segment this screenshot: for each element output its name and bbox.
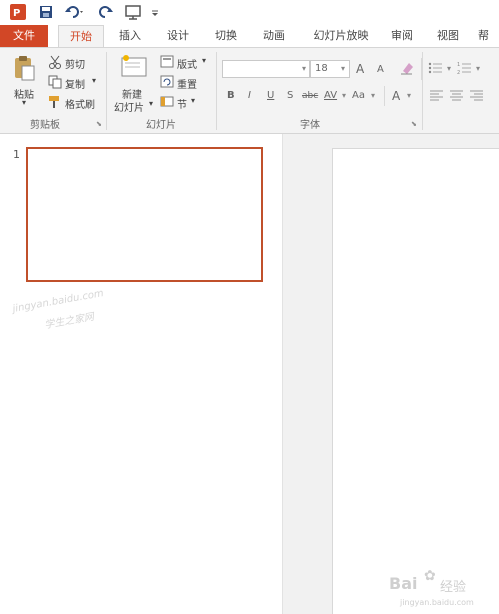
- bullets-icon[interactable]: [428, 61, 446, 75]
- tab-slideshow[interactable]: 幻灯片放映: [306, 25, 376, 47]
- bold-button[interactable]: B: [227, 90, 235, 101]
- redo-icon[interactable]: [98, 4, 114, 20]
- ribbon-home: 粘贴 ▾ 剪切 复制 ▾ 格式刷 剪贴板 ⬊ 新建 幻灯片 ▾ 版式 ▾ 重置 …: [0, 47, 499, 134]
- paste-icon[interactable]: [12, 54, 36, 82]
- align-center-icon[interactable]: [450, 90, 464, 102]
- tab-home[interactable]: 开始: [58, 25, 104, 47]
- tab-animations[interactable]: 动画: [254, 25, 294, 47]
- slide-canvas[interactable]: [332, 148, 499, 614]
- new-slide-icon[interactable]: [120, 54, 148, 80]
- separator: [106, 52, 107, 130]
- underline-button[interactable]: U: [267, 90, 274, 101]
- change-case-button[interactable]: Aa: [352, 90, 365, 101]
- tab-design[interactable]: 设计: [158, 25, 198, 47]
- layout-button[interactable]: 版式: [177, 56, 197, 71]
- ribbon-tabs: 文件 开始 插入 设计 切换 动画 幻灯片放映 审阅 视图 帮: [0, 25, 499, 47]
- change-case-dropdown-icon[interactable]: ▾: [371, 91, 375, 100]
- slide-thumbnail-1[interactable]: [26, 147, 263, 282]
- save-icon[interactable]: [38, 4, 54, 20]
- character-spacing-dropdown-icon[interactable]: ▾: [342, 91, 346, 100]
- clipboard-launcher-icon[interactable]: ⬊: [96, 120, 102, 128]
- reset-icon: [160, 75, 174, 88]
- copy-icon: [48, 75, 62, 89]
- slide-number: 1: [13, 148, 20, 161]
- font-size-dropdown-icon[interactable]: ▾: [341, 64, 345, 73]
- paste-dropdown-icon[interactable]: ▾: [22, 98, 26, 107]
- powerpoint-logo-icon: P: [10, 4, 26, 20]
- baidu-paw-icon: ✿: [424, 568, 436, 584]
- font-launcher-icon[interactable]: ⬊: [411, 120, 417, 128]
- watermark-url: jingyan.baidu.com: [400, 598, 474, 607]
- font-group-label: 字体: [300, 120, 320, 131]
- svg-text:2: 2: [457, 70, 460, 75]
- format-painter-icon: [48, 95, 62, 109]
- section-dropdown-icon[interactable]: ▾: [191, 96, 195, 105]
- separator: [216, 52, 217, 130]
- tab-view[interactable]: 视图: [428, 25, 468, 47]
- svg-text:P: P: [13, 8, 20, 19]
- baidu-logo-watermark: Bai: [389, 574, 418, 593]
- customize-qat-icon[interactable]: [150, 4, 160, 20]
- clear-formatting-icon[interactable]: [400, 61, 414, 75]
- font-name-combobox[interactable]: [222, 60, 310, 78]
- section-button[interactable]: 节: [177, 96, 187, 111]
- copy-dropdown-icon[interactable]: ▾: [92, 76, 96, 85]
- cut-button[interactable]: 剪切: [65, 56, 85, 71]
- strikethrough-button[interactable]: abc: [302, 91, 318, 101]
- font-name-dropdown-icon[interactable]: ▾: [302, 64, 306, 73]
- bullets-dropdown-icon[interactable]: ▾: [447, 64, 451, 73]
- cut-icon: [48, 55, 62, 69]
- shadow-button[interactable]: S: [287, 90, 293, 101]
- start-slideshow-icon[interactable]: [124, 4, 142, 20]
- font-color-dropdown-icon[interactable]: ▾: [407, 91, 411, 100]
- separator: [384, 86, 385, 106]
- shrink-font-button[interactable]: A: [377, 64, 384, 75]
- layout-icon: [160, 55, 174, 68]
- section-icon: [160, 95, 174, 108]
- tab-insert[interactable]: 插入: [110, 25, 150, 47]
- slides-group-label: 幻灯片: [146, 120, 176, 131]
- tab-file[interactable]: 文件: [0, 25, 48, 47]
- copy-button[interactable]: 复制: [65, 76, 85, 91]
- layout-dropdown-icon[interactable]: ▾: [202, 56, 206, 65]
- separator: [422, 52, 423, 130]
- new-slide-dropdown-icon[interactable]: ▾: [149, 99, 153, 108]
- format-painter-button[interactable]: 格式刷: [65, 96, 95, 111]
- quick-access-toolbar: P: [0, 0, 499, 25]
- new-slide-label-line2[interactable]: 幻灯片: [114, 99, 144, 114]
- tab-help-partial[interactable]: 帮: [478, 25, 499, 47]
- character-spacing-button[interactable]: AV: [324, 90, 337, 101]
- watermark-cn-label: 经验: [440, 580, 467, 595]
- tab-review[interactable]: 审阅: [382, 25, 422, 47]
- reset-button[interactable]: 重置: [177, 76, 197, 91]
- clipboard-group-label: 剪贴板: [30, 120, 60, 131]
- align-right-icon[interactable]: [470, 90, 484, 102]
- align-left-icon[interactable]: [430, 90, 444, 102]
- svg-text:1: 1: [457, 62, 460, 68]
- grow-font-button[interactable]: A: [356, 62, 364, 76]
- numbering-icon[interactable]: 12: [457, 61, 475, 76]
- italic-button[interactable]: I: [248, 90, 251, 101]
- tab-transitions[interactable]: 切换: [206, 25, 246, 47]
- undo-icon[interactable]: [64, 4, 86, 20]
- font-color-button[interactable]: A: [392, 89, 400, 103]
- font-size-value: 18: [315, 63, 328, 74]
- numbering-dropdown-icon[interactable]: ▾: [476, 64, 480, 73]
